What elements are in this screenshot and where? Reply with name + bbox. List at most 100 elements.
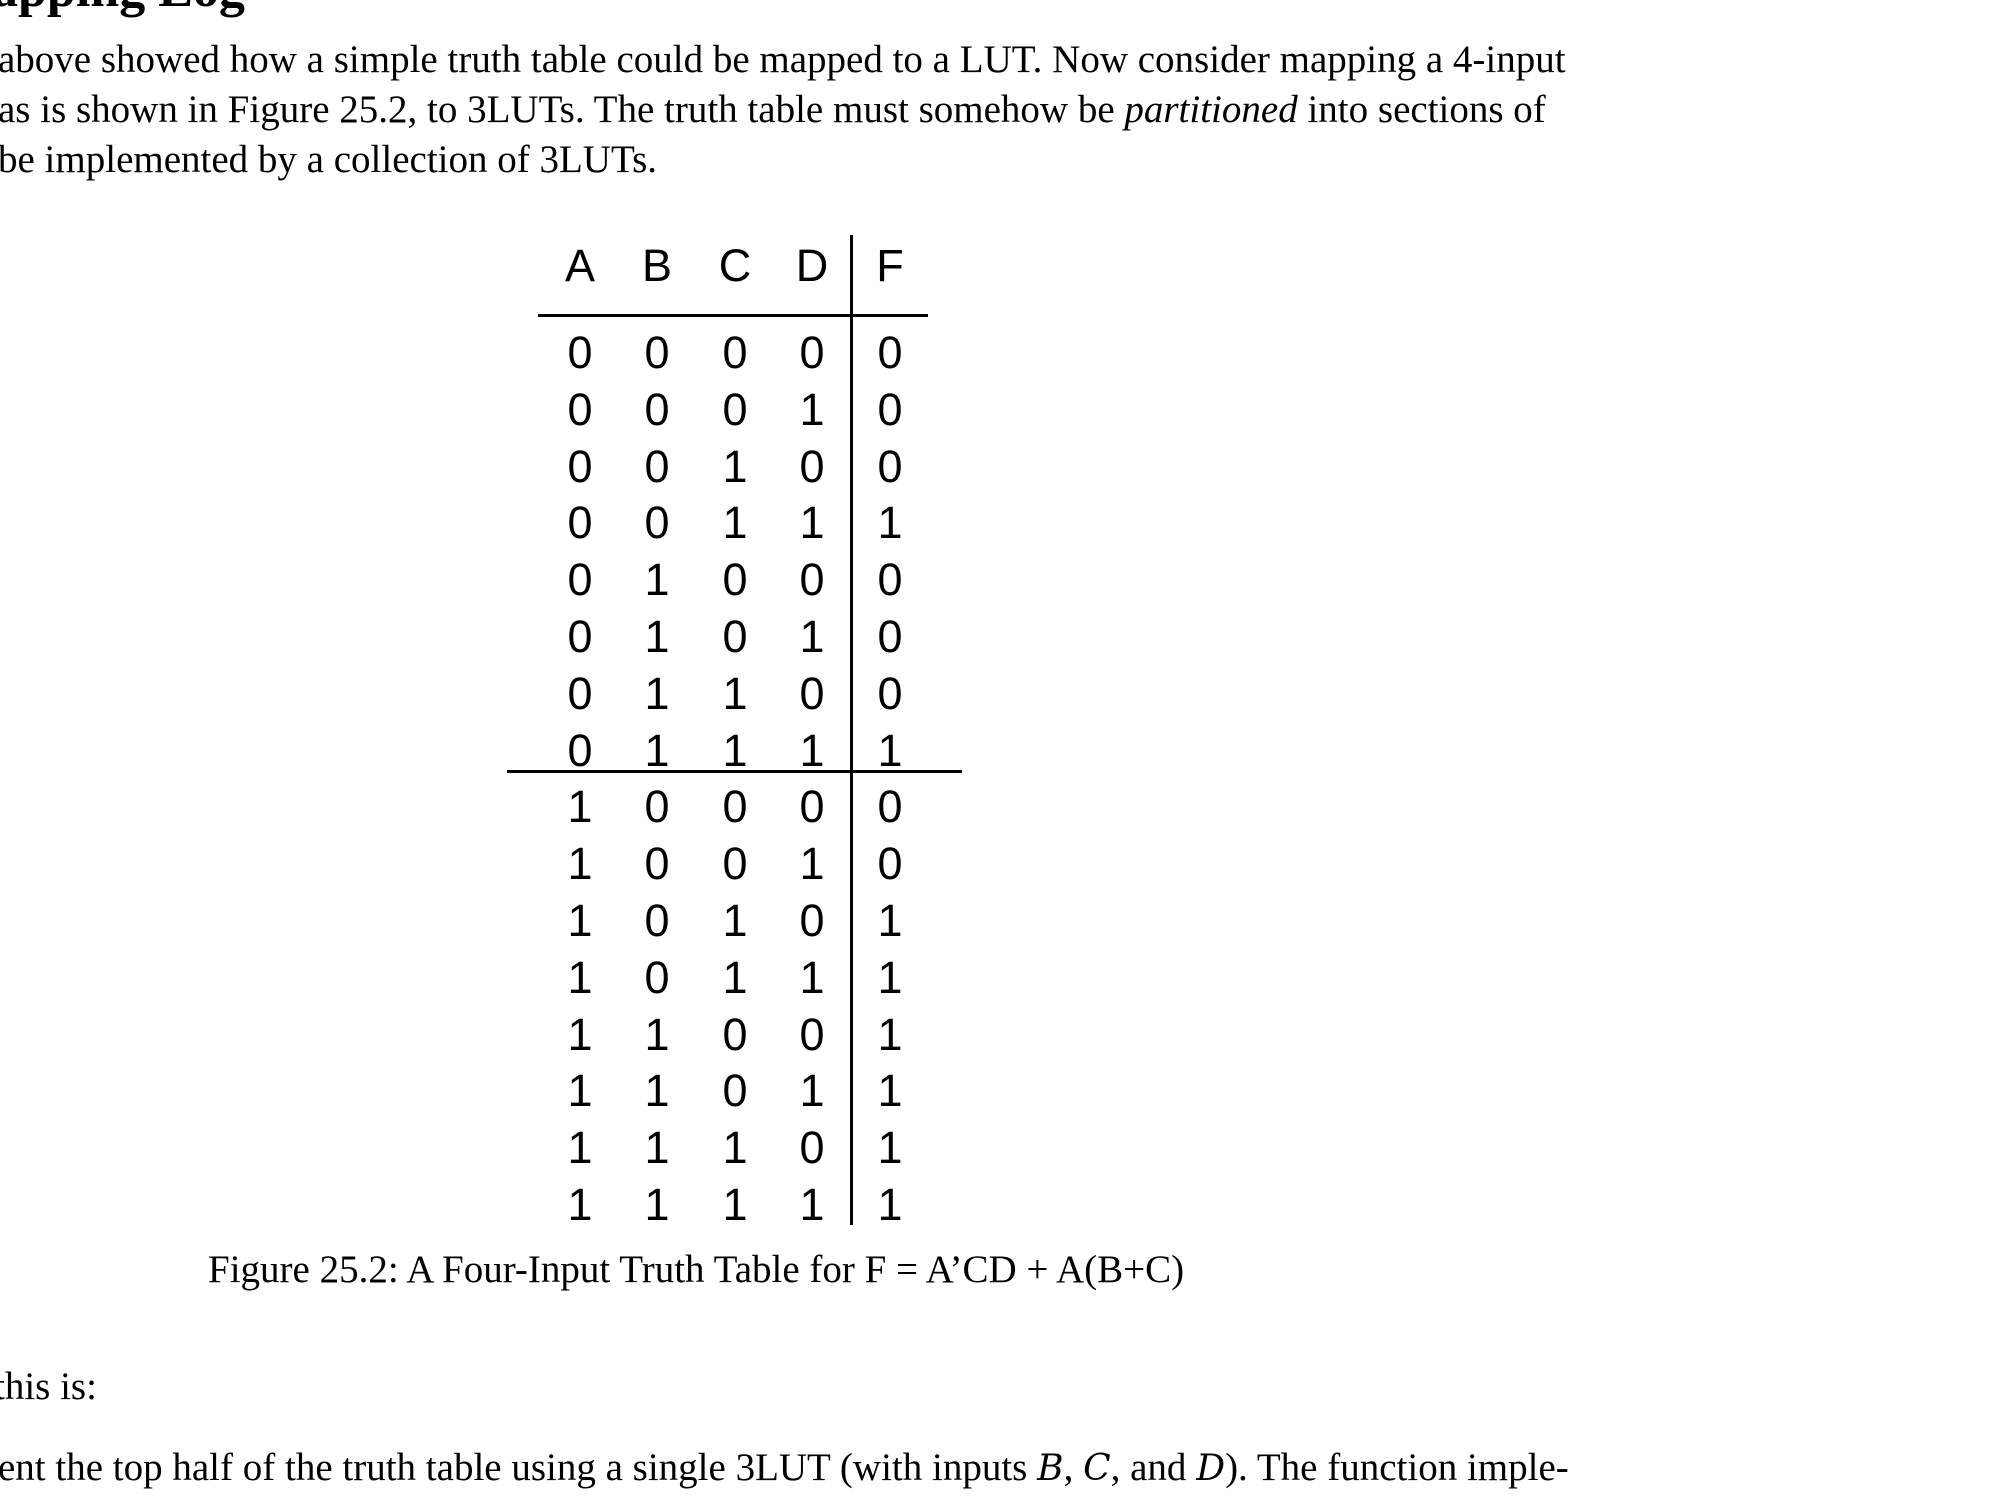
- cell-row-4-c: 1: [722, 497, 748, 549]
- cell-row-12-d: 1: [799, 951, 825, 1003]
- separator-2: , and: [1110, 1446, 1197, 1489]
- cell-row-16-d: 1: [799, 1179, 825, 1230]
- cell-row-13-f: 1: [877, 1008, 903, 1060]
- cell-row-2-a: 0: [567, 383, 593, 435]
- variable-c: C: [1083, 1448, 1111, 1489]
- cell-row-5-a: 0: [567, 554, 593, 606]
- cell-row-8-d: 1: [799, 724, 825, 776]
- cell-row-4-d: 1: [799, 497, 825, 549]
- column-header-b: B: [641, 240, 672, 291]
- cell-row-7-c: 1: [722, 667, 748, 719]
- cell-row-16-f: 1: [877, 1179, 903, 1230]
- emphasis-partitioned: partitioned: [1124, 88, 1298, 131]
- cell-row-5-f: 0: [877, 554, 903, 606]
- cell-row-6-c: 0: [722, 611, 748, 662]
- cell-row-9-b: 0: [644, 781, 670, 833]
- cell-row-9-a: 1: [567, 781, 593, 833]
- cell-row-10-f: 0: [877, 838, 903, 890]
- cell-row-10-a: 1: [567, 838, 593, 890]
- cell-row-5-d: 0: [799, 554, 825, 606]
- cell-row-15-a: 1: [567, 1122, 593, 1174]
- cell-row-14-a: 1: [567, 1065, 593, 1117]
- cell-row-13-d: 0: [799, 1008, 825, 1060]
- cell-row-1-c: 0: [722, 327, 748, 378]
- cell-row-8-f: 1: [877, 724, 903, 776]
- cell-row-11-c: 1: [722, 895, 748, 946]
- cell-row-5-b: 1: [644, 554, 670, 606]
- cell-row-4-f: 1: [877, 497, 903, 549]
- cell-row-9-f: 0: [877, 781, 903, 833]
- cell-row-2-f: 0: [877, 383, 903, 435]
- cell-row-11-a: 1: [567, 895, 593, 946]
- cell-row-16-a: 1: [567, 1179, 593, 1230]
- cell-row-16-c: 1: [722, 1179, 748, 1230]
- cell-row-5-c: 0: [722, 554, 748, 606]
- section-heading: apping Log: [0, 0, 245, 19]
- cell-row-12-c: 1: [722, 951, 748, 1003]
- separator-1: ,: [1063, 1446, 1084, 1489]
- cell-row-8-b: 1: [644, 724, 670, 776]
- cell-row-6-a: 0: [567, 611, 593, 662]
- cell-row-14-d: 1: [799, 1065, 825, 1117]
- cell-row-16-b: 1: [644, 1179, 670, 1230]
- cell-row-10-d: 1: [799, 838, 825, 890]
- cell-row-10-c: 0: [722, 838, 748, 890]
- cell-row-3-f: 0: [877, 440, 903, 492]
- cell-row-15-f: 1: [877, 1122, 903, 1174]
- cell-row-7-b: 1: [644, 667, 670, 719]
- cell-row-7-f: 0: [877, 667, 903, 719]
- paragraph-2-line-2: ent the top half of the truth table usin…: [0, 1448, 1569, 1487]
- column-header-a: A: [564, 240, 595, 291]
- cell-row-10-b: 0: [644, 838, 670, 890]
- column-header-f: F: [876, 240, 904, 291]
- cell-row-3-a: 0: [567, 440, 593, 492]
- cell-row-11-b: 0: [644, 895, 670, 946]
- cell-row-4-a: 0: [567, 497, 593, 549]
- variable-d: D: [1196, 1448, 1226, 1489]
- cell-row-14-b: 1: [644, 1065, 670, 1117]
- paragraph-2-line-1: this is:: [0, 1365, 97, 1408]
- cell-row-3-c: 1: [722, 440, 748, 492]
- cell-row-15-b: 1: [644, 1122, 670, 1174]
- cell-row-4-b: 0: [644, 497, 670, 549]
- cell-row-3-d: 0: [799, 440, 825, 492]
- cell-row-6-b: 1: [644, 611, 670, 662]
- column-header-d: D: [795, 240, 829, 291]
- cell-row-11-f: 1: [877, 895, 903, 946]
- cell-row-2-c: 0: [722, 383, 748, 435]
- cell-row-1-d: 0: [799, 327, 825, 378]
- cell-row-13-b: 1: [644, 1008, 670, 1060]
- cell-row-1-f: 0: [877, 327, 903, 378]
- cell-row-12-b: 0: [644, 951, 670, 1003]
- cell-row-8-a: 0: [567, 724, 593, 776]
- cell-row-15-d: 0: [799, 1122, 825, 1174]
- cell-row-2-d: 1: [799, 383, 825, 435]
- paragraph-1-line-3: be implemented by a collection of 3LUTs.: [0, 138, 658, 181]
- cell-row-14-f: 1: [877, 1065, 903, 1117]
- paragraph-1-line-1: above showed how a simple truth table co…: [0, 38, 1566, 81]
- cell-row-1-a: 0: [567, 327, 593, 378]
- cell-row-2-b: 0: [644, 383, 670, 435]
- paragraph-2-line-2-start: ent the top half of the truth table usin…: [0, 1446, 1038, 1489]
- cell-row-7-d: 0: [799, 667, 825, 719]
- cell-row-11-d: 0: [799, 895, 825, 946]
- column-header-c: C: [718, 240, 752, 291]
- cell-row-12-a: 1: [567, 951, 593, 1003]
- cell-row-7-a: 0: [567, 667, 593, 719]
- cell-row-9-c: 0: [722, 781, 748, 833]
- cell-row-1-b: 0: [644, 327, 670, 378]
- paragraph-1-line-2-start: as is shown in Figure 25.2, to 3LUTs. Th…: [0, 88, 1125, 131]
- partition-rule: [507, 770, 962, 773]
- header-rule: [538, 314, 928, 317]
- cell-row-9-d: 0: [799, 781, 825, 833]
- cell-row-6-d: 1: [799, 611, 825, 662]
- figure-caption: Figure 25.2: A Four-Input Truth Table fo…: [208, 1248, 1185, 1291]
- cell-row-15-c: 1: [722, 1122, 748, 1174]
- cell-row-13-a: 1: [567, 1008, 593, 1060]
- paragraph-1-line-2: as is shown in Figure 25.2, to 3LUTs. Th…: [0, 90, 1546, 129]
- paragraph-2-line-2-end: ). The function imple-: [1225, 1446, 1569, 1489]
- cell-row-6-f: 0: [877, 611, 903, 662]
- cell-row-13-c: 0: [722, 1008, 748, 1060]
- cell-row-8-c: 1: [722, 724, 748, 776]
- variable-b: B: [1037, 1448, 1064, 1489]
